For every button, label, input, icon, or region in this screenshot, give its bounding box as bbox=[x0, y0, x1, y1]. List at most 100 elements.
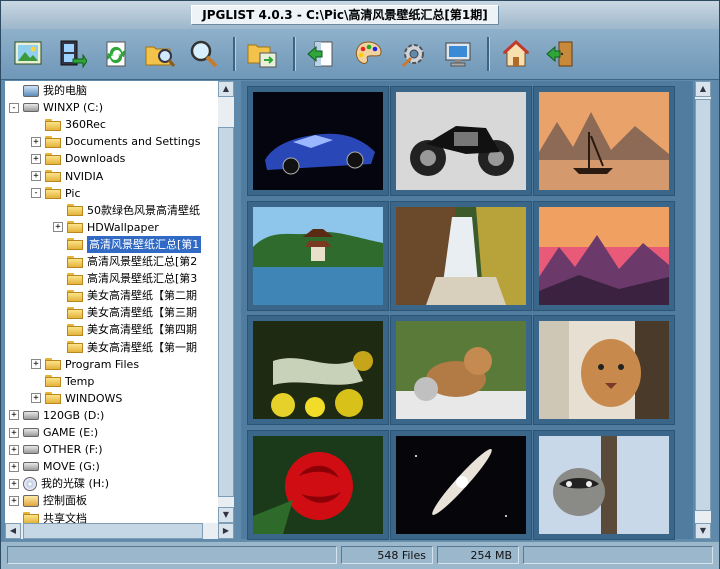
tree-node[interactable]: + OTHER (F:) bbox=[9, 441, 103, 458]
tree-horizontal-scrollbar[interactable]: ◀ ▶ bbox=[5, 523, 234, 539]
collapse-icon[interactable]: - bbox=[31, 188, 41, 199]
tree-node[interactable]: 美女高清壁纸【第三期 bbox=[53, 304, 197, 321]
thumbnail[interactable] bbox=[390, 430, 532, 540]
tree-node-label: OTHER (F:) bbox=[43, 443, 103, 457]
tree-node-label: 高清风景壁纸汇总[第2 bbox=[87, 255, 198, 268]
thumbnail[interactable] bbox=[390, 201, 532, 311]
tree-node-label: Temp bbox=[65, 374, 95, 388]
tree-node[interactable]: 高清风景壁纸汇总[第2 bbox=[53, 253, 197, 270]
expand-icon[interactable]: + bbox=[53, 222, 63, 233]
folder-icon bbox=[67, 341, 83, 353]
junk-boat-mountains-image bbox=[539, 92, 669, 190]
home-icon[interactable] bbox=[497, 35, 535, 73]
tree-node[interactable]: + Documents and Settings bbox=[31, 133, 201, 150]
expand-icon[interactable]: + bbox=[31, 171, 41, 181]
tree-node[interactable]: + WINDOWS bbox=[31, 390, 122, 407]
folder-move-icon[interactable] bbox=[243, 35, 281, 73]
tree-node[interactable]: +120GB (D:) bbox=[9, 407, 104, 424]
file-count: 548 Files bbox=[341, 546, 433, 564]
scroll-thumb[interactable] bbox=[218, 127, 234, 497]
folder-icon bbox=[45, 392, 61, 405]
tree-node[interactable]: 高清风景壁纸汇总[第3 bbox=[53, 270, 197, 287]
tree-node[interactable]: + Program Files bbox=[31, 356, 139, 373]
tree-node[interactable]: + 控制面板 bbox=[9, 492, 87, 509]
thumbnail[interactable] bbox=[247, 315, 389, 425]
exit-door-icon[interactable] bbox=[541, 35, 579, 73]
tree-node[interactable]: 高清风景壁纸汇总[第1 bbox=[53, 235, 202, 253]
scroll-right-button[interactable]: ▶ bbox=[218, 523, 234, 539]
tree-node[interactable]: 美女高清壁纸【第二期 bbox=[53, 287, 197, 304]
scroll-thumb[interactable] bbox=[23, 523, 203, 539]
tree-node[interactable]: 360Rec bbox=[31, 116, 106, 133]
tree-node-label: Program Files bbox=[65, 357, 140, 371]
monitor-icon[interactable] bbox=[439, 35, 477, 73]
tree-node[interactable]: 美女高清壁纸【第四期 bbox=[53, 321, 197, 338]
tree-node[interactable]: - WINXP (C:) bbox=[9, 99, 103, 116]
toolbar bbox=[1, 29, 719, 80]
scroll-up-button[interactable]: ▲ bbox=[218, 81, 234, 97]
expand-icon[interactable]: + bbox=[9, 427, 19, 438]
scroll-thumb[interactable] bbox=[695, 99, 711, 511]
folder-icon bbox=[67, 272, 83, 285]
tree-node[interactable]: + MOVE (G:) bbox=[9, 458, 100, 475]
folder-icon bbox=[45, 375, 61, 388]
refresh-icon[interactable] bbox=[97, 35, 135, 73]
thumbnail[interactable] bbox=[533, 430, 675, 540]
tree-node[interactable]: + NVIDIA bbox=[31, 168, 103, 185]
tree-node[interactable]: + Downloads bbox=[31, 150, 125, 167]
tree-node[interactable]: 共享文档 bbox=[9, 510, 87, 523]
thumbnail[interactable] bbox=[390, 86, 532, 196]
tree-node[interactable]: 美女高清壁纸【第一期 bbox=[53, 339, 197, 356]
grid-vertical-scrollbar[interactable]: ▲ ▼ bbox=[695, 81, 711, 539]
bear-cubs-image bbox=[396, 321, 526, 419]
expand-icon[interactable]: + bbox=[31, 153, 41, 164]
folder-tree[interactable]: 我的电脑 - WINXP (C:) 360Rec + Documents and Sett… bbox=[5, 81, 218, 523]
thumbnail[interactable] bbox=[533, 201, 675, 311]
tree-node[interactable]: + HDWallpaper bbox=[53, 219, 159, 236]
thumbnail[interactable] bbox=[533, 86, 675, 196]
gear-icon[interactable] bbox=[395, 35, 433, 73]
expand-icon[interactable]: + bbox=[31, 136, 41, 147]
expand-icon[interactable]: + bbox=[31, 393, 41, 404]
thumbnail[interactable] bbox=[390, 315, 532, 425]
status-panel-empty bbox=[7, 546, 337, 564]
scroll-down-button[interactable]: ▼ bbox=[218, 507, 234, 523]
drive-icon bbox=[23, 410, 39, 420]
tree-node[interactable]: 我的电脑 bbox=[9, 82, 87, 99]
scroll-down-button[interactable]: ▼ bbox=[695, 523, 711, 539]
panel-back-icon[interactable] bbox=[301, 35, 339, 73]
tree-node[interactable]: 50款绿色风景高清壁纸 bbox=[53, 202, 200, 219]
magnifier-icon[interactable] bbox=[185, 35, 223, 73]
window-title: JPGLIST 4.0.3 - C:\Pic\高清风景壁纸汇总[第1期] bbox=[191, 5, 499, 25]
thumbnail-grid[interactable] bbox=[241, 81, 693, 540]
tree-node[interactable]: + 我的光碟 (H:) bbox=[9, 475, 109, 492]
tree-node[interactable]: Temp bbox=[31, 373, 94, 390]
thumbnail[interactable] bbox=[247, 201, 389, 311]
cougar-tree-image bbox=[539, 321, 669, 419]
expand-icon[interactable]: + bbox=[9, 478, 19, 489]
thumbnail[interactable] bbox=[533, 315, 675, 425]
palette-icon[interactable] bbox=[349, 35, 387, 73]
pagoda-lake-image bbox=[253, 207, 383, 305]
scroll-up-button[interactable]: ▲ bbox=[695, 81, 711, 97]
expand-icon[interactable]: + bbox=[9, 495, 19, 506]
expand-icon[interactable]: + bbox=[31, 359, 41, 370]
tree-node-label: 控制面板 bbox=[43, 494, 87, 508]
picture-icon[interactable] bbox=[9, 35, 47, 73]
film-export-icon[interactable] bbox=[53, 35, 91, 73]
expand-icon[interactable]: + bbox=[9, 444, 19, 455]
drive-icon bbox=[23, 428, 39, 437]
tree-node[interactable]: + GAME (E:) bbox=[9, 424, 98, 441]
folder-search-icon[interactable] bbox=[141, 35, 179, 73]
expand-icon[interactable]: + bbox=[9, 410, 19, 421]
tree-vertical-scrollbar[interactable]: ▲ ▼ bbox=[218, 81, 234, 523]
tree-node-label: 美女高清壁纸【第四期 bbox=[87, 323, 197, 337]
expand-icon[interactable]: + bbox=[9, 461, 19, 472]
thumbnail[interactable] bbox=[247, 430, 389, 540]
thumbnail[interactable] bbox=[247, 86, 389, 196]
drive-icon bbox=[23, 445, 39, 455]
scroll-left-button[interactable]: ◀ bbox=[5, 523, 21, 539]
tree-node[interactable]: - Pic bbox=[31, 185, 81, 202]
tree-node-label: 我的光碟 (H:) bbox=[41, 477, 110, 491]
collapse-icon[interactable]: - bbox=[9, 102, 19, 113]
